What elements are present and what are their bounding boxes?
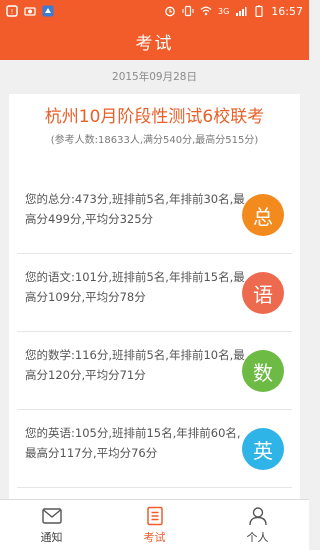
svg-text:!: !: [11, 8, 14, 16]
screenshot-icon: [24, 7, 36, 16]
alarm-icon: [165, 6, 175, 17]
score-row-english[interactable]: 您的英语:105分,班排前15名,年排前60名,最高分117分,平均分76分 英: [17, 410, 292, 488]
english-badge-icon: 英: [242, 428, 284, 470]
score-text: 您的总分:473分,班排前5名,年排前30名,最高分499分,平均分325分: [25, 192, 245, 226]
wifi-icon: [200, 6, 212, 16]
vibrate-icon: [182, 5, 194, 17]
math-badge-icon: 数: [242, 350, 284, 392]
score-row-chinese[interactable]: 您的语文:101分,班排前5名,年排前15名,最高分109分,平均分78分 语: [17, 254, 292, 332]
chinese-badge-icon: 语: [242, 272, 284, 314]
tab-exam[interactable]: 考试: [115, 505, 195, 545]
exam-card[interactable]: 杭州10月阶段性测试6校联考 (参考人数:18633人,满分540分,最高分51…: [9, 94, 300, 500]
page-title: 考试: [135, 33, 174, 54]
app-icon: [42, 5, 54, 17]
exam-meta: (参考人数:18633人,满分540分,最高分515分): [50, 135, 259, 146]
notification-icon: !: [6, 5, 18, 17]
total-badge-icon: 总: [242, 194, 284, 236]
score-list: 您的总分:473分,班排前5名,年排前30名,最高分499分,平均分325分 总…: [9, 176, 300, 488]
tab-label: 考试: [143, 531, 166, 544]
score-text: 您的数学:116分,班排前5名,年排前10名,最高分120分,平均分71分: [25, 348, 245, 382]
exam-title: 杭州10月阶段性测试6校联考: [44, 107, 265, 127]
score-text: 您的语文:101分,班排前5名,年排前15名,最高分109分,平均分78分: [25, 270, 245, 304]
network-type: 3G: [218, 6, 230, 16]
score-text: 您的英语:105分,班排前15名,年排前60名,最高分117分,平均分76分: [25, 426, 241, 460]
status-bar: ! 3G 16:57: [0, 0, 309, 22]
tab-label: 通知: [40, 531, 63, 544]
status-left: !: [6, 5, 54, 17]
tab-profile[interactable]: 个人: [218, 505, 298, 545]
mail-icon: [41, 508, 62, 524]
tab-notice[interactable]: 通知: [12, 505, 92, 545]
bottom-tab-bar: 通知 考试 个人: [0, 499, 309, 550]
score-row-math[interactable]: 您的数学:116分,班排前5名,年排前10名,最高分120分,平均分71分 数: [17, 332, 292, 410]
signal-icon: [236, 7, 247, 16]
person-icon: [248, 507, 267, 526]
tab-label: 个人: [246, 531, 269, 544]
exam-date: 2015年09月28日: [112, 70, 197, 83]
clock: 16:57: [271, 4, 303, 18]
app-header: 考试: [0, 22, 309, 60]
status-right: 3G 16:57: [164, 5, 303, 18]
clipboard-icon: [146, 506, 163, 526]
score-row-total[interactable]: 您的总分:473分,班排前5名,年排前30名,最高分499分,平均分325分 总: [17, 176, 292, 254]
battery-icon: [255, 5, 263, 17]
